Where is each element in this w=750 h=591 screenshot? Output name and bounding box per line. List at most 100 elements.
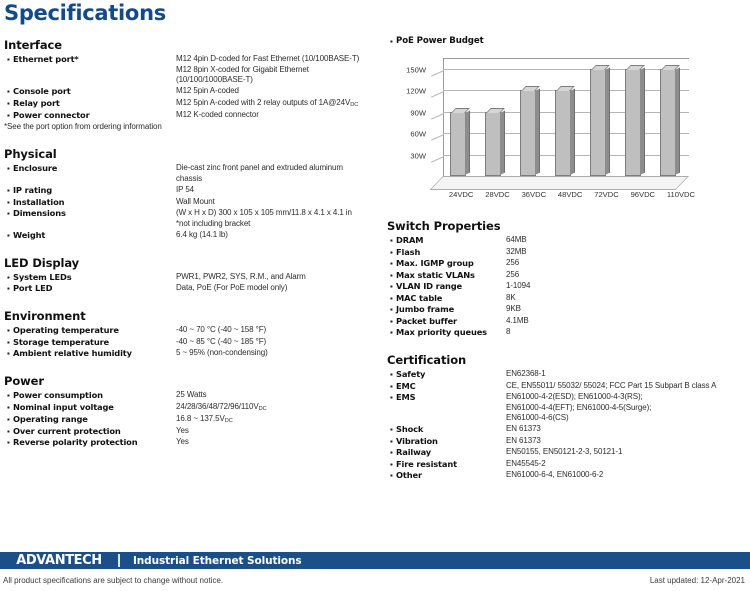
chart-bar-slot (660, 58, 682, 176)
chart-bar-side (534, 88, 540, 175)
bullet-icon (4, 426, 13, 437)
bullet-icon (387, 447, 396, 458)
spec-label: Max static VLANs (396, 269, 475, 280)
bullet-icon (387, 436, 396, 447)
spec-label: Over current protection (13, 425, 121, 436)
bullet-icon (387, 247, 396, 258)
chart-y-tick: 60W (410, 129, 426, 139)
chart-bar-side (605, 67, 611, 175)
bullet-icon (4, 437, 13, 448)
spec-row: Flash 32MB (387, 247, 747, 258)
spec-value: Yes (176, 437, 189, 447)
spec-value: EN 61373 (506, 424, 541, 434)
spec-label: Jumbo frame (396, 304, 455, 314)
chart-bar-side (569, 88, 575, 175)
poe-power-budget-chart: 150W 120W 90W 60W 30W 24VDC 28VDC 36VDC 48VDC 72… (401, 52, 701, 204)
chart-x-axis-labels: 24VDC 28VDC 36VDC 48VDC 72VDC 96VDC 110VDC (443, 190, 701, 199)
bullet-icon (4, 86, 13, 97)
spec-label: Power connector (13, 109, 90, 120)
section-power: PowerPower consumption 25 Watts Nominal in… (4, 374, 380, 448)
unit-subscript: DC (350, 102, 359, 109)
spec-sheet-page: Specifications Interface Ethernet port* M1… (0, 0, 750, 591)
spec-label: VLAN ID range (396, 281, 463, 291)
spec-label: Weight (13, 229, 46, 240)
spec-value: 256 (506, 269, 520, 279)
section-physical: PhysicalEnclosure Die-cast zinc front pan… (4, 147, 380, 240)
chart-bar-side (675, 67, 681, 175)
spec-label: Shock (396, 424, 424, 435)
spec-row: Shock EN 61373 (387, 424, 747, 435)
spec-value: 16.8 ~ 137.5VDC (176, 413, 233, 425)
spec-label: Storage temperature (13, 336, 110, 347)
chart-x-label: 36VDC (521, 190, 547, 199)
spec-row: Vibration EN 61373 (387, 436, 747, 447)
spec-label: DRAM (396, 235, 424, 245)
section-heading: Certification (387, 353, 467, 367)
spec-value: 5 ~ 95% (non-condensing) (176, 348, 268, 358)
section-heading: Environment (4, 309, 86, 324)
spec-row: Storage temperature -40 ~ 85 °C (-40 ~ 18… (4, 337, 380, 348)
section-heading: Power (4, 374, 44, 389)
spec-label: Console port (13, 86, 71, 97)
chart-x-label: 96VDC (630, 190, 656, 199)
spec-label: EMC (396, 380, 416, 391)
bullet-icon (387, 293, 396, 304)
section-heading: Physical (4, 147, 57, 162)
spec-row: Reverse polarity protection Yes (4, 437, 380, 448)
spec-row: IP rating IP 54 (4, 185, 380, 196)
bullet-icon (4, 98, 13, 109)
bullet-icon (387, 235, 396, 246)
section-interface: Interface Ethernet port* M12 4pin D-coded … (4, 38, 380, 132)
spec-value: EN61000-4-2(ESD); EN61000-4-3(RS); EN610… (506, 392, 652, 423)
spec-row: Max. IGMP group 256 (387, 258, 747, 269)
spec-row: Jumbo frame 9KB (387, 304, 747, 315)
spec-row: Relay port M12 5pin A-coded with 2 relay … (4, 98, 380, 110)
footer-last-updated: Last updated: 12-Apr-2021 (649, 576, 745, 585)
bullet-icon (387, 327, 396, 338)
chart-x-label: 48VDC (557, 190, 583, 199)
bullet-icon (4, 325, 13, 336)
chart-bar-side (640, 67, 646, 175)
spec-row: System LEDs PWR1, PWR2, SYS, R.M., and Al… (4, 272, 380, 283)
spec-value: M12 5pin A-coded (176, 86, 239, 96)
bullet-icon (4, 272, 13, 283)
logo-divider (118, 554, 120, 567)
bullet-icon (4, 110, 13, 121)
spec-label: Flash (396, 246, 421, 257)
chart-bar (449, 107, 470, 176)
chart-bar-side (499, 110, 505, 175)
spec-label: System LEDs (13, 271, 72, 282)
spec-value: -40 ~ 85 °C (-40 ~ 185 °F) (176, 336, 267, 346)
spec-row: Railway EN50155, EN50121-2-3, 50121-1 (387, 447, 747, 458)
chart-bar-slot (519, 58, 542, 176)
spec-value: M12 5pin A-coded with 2 relay outputs of… (176, 97, 359, 109)
chart-bar (590, 64, 611, 176)
spec-value: EN 61373 (506, 435, 541, 445)
spec-label: Fire resistant (396, 458, 457, 469)
section-switch-properties: Switch Properties DRAM 64MB Flash 32MB Max. I… (387, 219, 747, 338)
right-column: PoE Power Budget 150W 120W 90W 60W 30W 24VDC… (387, 36, 747, 483)
section-heading: Interface (4, 38, 62, 52)
spec-row: Max priority queues 8 (387, 327, 747, 338)
footer-tagline: Industrial Ethernet Solutions (133, 554, 302, 567)
spec-row: MAC table 8K (387, 293, 747, 304)
chart-y-tick: 150W (406, 65, 426, 75)
chart-title: PoE Power Budget (396, 36, 484, 46)
spec-value: 24/28/36/48/72/96/110VDC (176, 401, 267, 413)
spec-label: Nominal input voltage (13, 401, 114, 412)
footer-bar: ADVANTECH Industrial Ethernet Solutions (0, 552, 750, 569)
bullet-icon (4, 197, 13, 208)
section-certification: Certification Safety EN62368-1 EMC CE, EN550… (387, 353, 747, 481)
spec-value: EN62368-1 (506, 369, 546, 378)
chart-bar (660, 64, 681, 176)
spec-value: Data, PoE (For PoE model only) (176, 283, 288, 293)
spec-row: Nominal input voltage 24/28/36/48/72/96/1… (4, 402, 380, 414)
chart-bar-slot (554, 58, 577, 176)
spec-label: Installation (13, 196, 65, 207)
spec-value: 9KB (506, 304, 521, 313)
spec-row: Fire resistant EN45545-2 (387, 459, 747, 470)
chart-header: PoE Power Budget (387, 36, 747, 48)
